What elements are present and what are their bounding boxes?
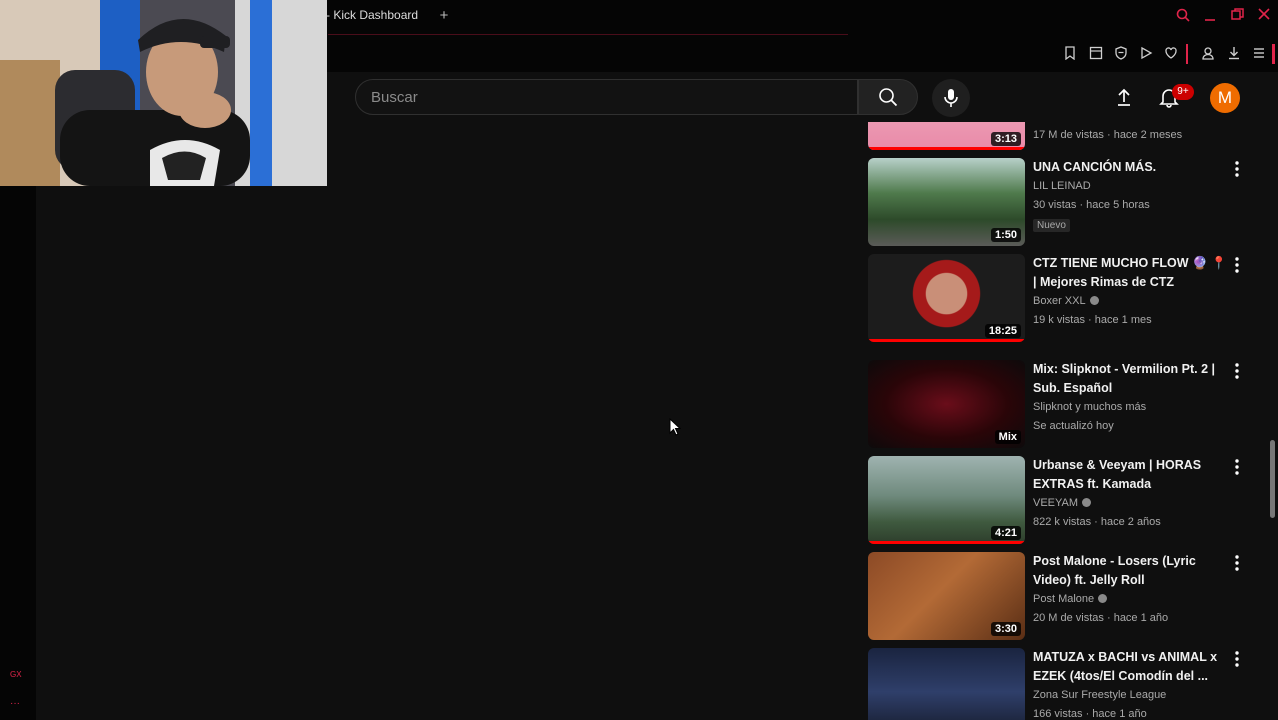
close-icon[interactable] <box>1254 8 1274 26</box>
video-duration: 1:50 <box>990 228 1021 242</box>
list-item[interactable]: 18:25 CTZ TIENE MUCHO FLOW 🔮 📍 | Mejores… <box>866 254 1266 344</box>
watch-progress <box>868 339 1025 342</box>
video-channel[interactable]: VEEYAM <box>1033 497 1078 509</box>
toolbar-accent-bar <box>1272 44 1275 64</box>
search-icon <box>879 88 898 107</box>
video-stats: 166 vistas · hace 1 año <box>1033 708 1147 720</box>
mix-label: Mix <box>994 430 1021 444</box>
webcam-image <box>0 0 327 186</box>
list-item[interactable]: 3:30 Post Malone - Losers (Lyric Video) … <box>866 552 1266 642</box>
video-duration: 3:13 <box>990 132 1021 146</box>
search-button[interactable] <box>858 79 918 115</box>
video-channel[interactable]: Slipknot y muchos más <box>1033 398 1233 417</box>
video-stats: Se actualizó hoy <box>1033 420 1114 432</box>
more-options-icon[interactable] <box>1232 458 1242 476</box>
video-stats: 17 M de vistas · hace 2 meses <box>1033 129 1183 141</box>
verified-icon <box>1098 594 1108 603</box>
watch-progress <box>868 541 1025 544</box>
voice-search-button[interactable] <box>932 79 970 117</box>
play-icon[interactable] <box>1138 46 1154 62</box>
more-options-icon[interactable] <box>1232 256 1242 274</box>
gx-logo: GX <box>10 670 22 679</box>
profile-icon[interactable] <box>1200 46 1216 62</box>
video-stats: 30 vistas · hace 5 horas <box>1033 199 1150 211</box>
toolbar-separator <box>1186 44 1188 64</box>
menu-icon[interactable] <box>1251 46 1267 62</box>
microphone-icon <box>944 89 958 107</box>
restore-icon[interactable] <box>1227 8 1247 26</box>
more-options-icon[interactable] <box>1232 160 1242 178</box>
recommendations-list: 3:13 17 M de vistas · hace 2 meses 1:50 … <box>866 122 1266 720</box>
video-title[interactable]: MATUZA x BACHI vs ANIMAL x EZEK (4tos/El… <box>1033 648 1233 686</box>
video-duration: 3:30 <box>990 622 1021 636</box>
video-thumbnail[interactable]: 4:21 <box>868 456 1025 544</box>
video-title[interactable]: CTZ TIENE MUCHO FLOW 🔮 📍 | Mejores Rimas… <box>1033 254 1233 292</box>
video-title[interactable]: Post Malone - Losers (Lyric Video) ft. J… <box>1033 552 1233 590</box>
browser-sidebar <box>0 186 36 720</box>
video-thumbnail[interactable]: 18:25 <box>868 254 1025 342</box>
video-thumbnail[interactable]: 1:50 <box>868 158 1025 246</box>
more-options-icon[interactable] <box>1232 650 1242 668</box>
video-stats: 822 k vistas · hace 2 años <box>1033 516 1161 528</box>
heart-icon[interactable] <box>1163 46 1179 62</box>
tab-kick-dashboard[interactable]: - Kick Dashboard <box>326 8 418 22</box>
scrollbar[interactable] <box>1270 440 1275 518</box>
new-badge: Nuevo <box>1033 219 1070 232</box>
video-thumbnail[interactable]: Mix <box>868 360 1025 448</box>
list-item[interactable]: 3:13 17 M de vistas · hace 2 meses <box>866 122 1266 152</box>
video-thumbnail[interactable]: 3:13 <box>868 122 1025 150</box>
list-item[interactable]: Mix Mix: Slipknot - Vermilion Pt. 2 | Su… <box>866 360 1266 450</box>
video-title[interactable]: Urbanse & Veeyam | HORAS EXTRAS ft. Kama… <box>1033 456 1233 494</box>
search-input[interactable] <box>356 80 857 114</box>
tab-underline <box>328 34 848 35</box>
download-icon[interactable] <box>1226 46 1242 62</box>
list-item[interactable]: MATUZA x BACHI vs ANIMAL x EZEK (4tos/El… <box>866 648 1266 720</box>
avatar[interactable]: M <box>1210 83 1240 113</box>
minimize-icon[interactable] <box>1200 8 1220 26</box>
new-tab-button[interactable]: + <box>436 8 452 24</box>
video-duration: 18:25 <box>984 324 1021 338</box>
video-channel[interactable]: Post Malone <box>1033 593 1094 605</box>
video-stats: 19 k vistas · hace 1 mes <box>1033 314 1152 326</box>
shield-icon[interactable] <box>1113 46 1129 62</box>
video-title[interactable]: Mix: Slipknot - Vermilion Pt. 2 | Sub. E… <box>1033 360 1233 398</box>
bookmark-icon[interactable] <box>1062 46 1078 62</box>
video-duration: 4:21 <box>990 526 1021 540</box>
video-channel[interactable]: Boxer XXL <box>1033 295 1086 307</box>
more-options-icon[interactable] <box>1232 554 1242 572</box>
upload-icon[interactable] <box>1113 86 1135 108</box>
verified-icon <box>1089 296 1099 305</box>
list-item[interactable]: 1:50 UNA CANCIÓN MÁS. LIL LEINAD 30 vist… <box>866 158 1266 248</box>
list-item[interactable]: 4:21 Urbanse & Veeyam | HORAS EXTRAS ft.… <box>866 456 1266 546</box>
verified-icon <box>1082 498 1092 507</box>
snapshot-icon[interactable] <box>1088 46 1104 62</box>
video-title[interactable]: UNA CANCIÓN MÁS. <box>1033 158 1233 177</box>
webcam-overlay <box>0 0 327 186</box>
video-stats: 20 M de vistas · hace 1 año <box>1033 612 1169 624</box>
video-thumbnail[interactable] <box>868 648 1025 720</box>
video-thumbnail[interactable]: 3:30 <box>868 552 1025 640</box>
mouse-cursor-icon <box>669 417 682 441</box>
more-options-icon[interactable] <box>1232 362 1242 380</box>
search-icon[interactable] <box>1173 8 1193 26</box>
video-channel[interactable]: Zona Sur Freestyle League <box>1033 686 1233 705</box>
watch-progress <box>868 147 1025 150</box>
video-channel[interactable]: LIL LEINAD <box>1033 177 1233 196</box>
notifications-badge: 9+ <box>1172 84 1194 100</box>
search-box[interactable] <box>355 79 858 115</box>
sidebar-more-icon[interactable]: ··· <box>10 698 20 709</box>
